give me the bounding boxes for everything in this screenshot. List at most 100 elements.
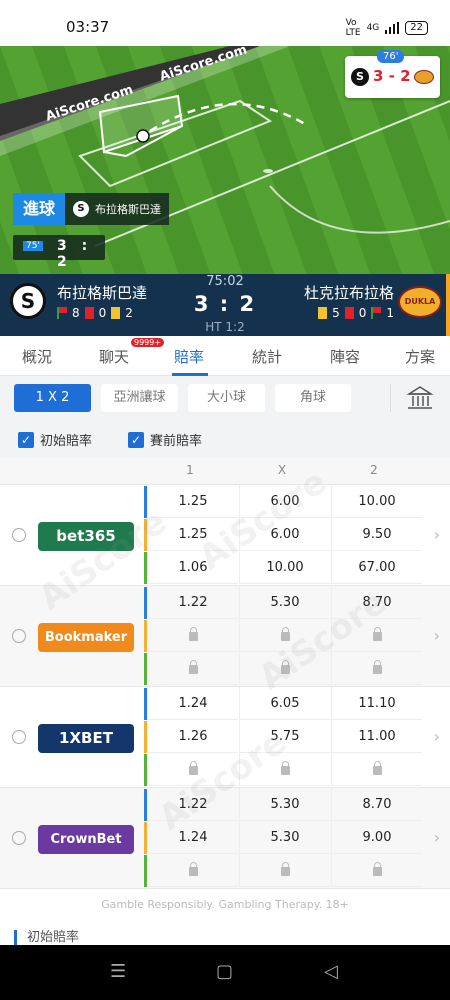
- network-label: 4G: [366, 23, 380, 33]
- lock-icon: [372, 660, 382, 674]
- select-radio[interactable]: [12, 528, 26, 542]
- initial-odds-label: 初始賠率: [40, 434, 93, 449]
- locked-odds-cell[interactable]: [239, 652, 330, 685]
- odds-cell[interactable]: 6.00: [239, 518, 330, 551]
- live-field-animation[interactable]: AiScore.com AiScore.com 76' S 3 - 2 進球 S…: [0, 46, 450, 274]
- goal-label: 進球: [13, 193, 65, 225]
- select-radio[interactable]: [12, 629, 26, 643]
- chevron-right-icon[interactable]: ›: [434, 626, 440, 645]
- odds-cell[interactable]: 10.00: [239, 551, 330, 584]
- tab-odds[interactable]: 賠率: [174, 346, 204, 367]
- odds-cell[interactable]: 6.05: [239, 687, 330, 720]
- lock-icon: [188, 761, 198, 775]
- select-radio[interactable]: [12, 730, 26, 744]
- odds-cell[interactable]: 11.10: [331, 687, 422, 720]
- locked-odds-cell[interactable]: [331, 753, 422, 786]
- odds-cell[interactable]: 11.00: [331, 720, 422, 753]
- live-score-card[interactable]: 76' S 3 - 2: [345, 50, 440, 98]
- away-corners: 1: [386, 306, 394, 320]
- odds-cell[interactable]: 6.00: [239, 485, 330, 518]
- away-team-logo[interactable]: DUKLA: [398, 286, 442, 318]
- locked-odds-cell[interactable]: [239, 753, 330, 786]
- system-nav-bar: ☰ ▢ ◁: [0, 945, 450, 1000]
- odds-table-header: 1 X 2: [0, 458, 450, 485]
- odds-cell[interactable]: 5.30: [239, 788, 330, 821]
- minute-badge: 75': [23, 241, 43, 251]
- bookmaker-select-icon[interactable]: [406, 384, 434, 412]
- chevron-right-icon[interactable]: ›: [434, 828, 440, 847]
- away-team-name[interactable]: 杜克拉布拉格: [304, 282, 394, 303]
- odds-cell[interactable]: 5.75: [239, 720, 330, 753]
- odds-cell[interactable]: 67.00: [331, 551, 422, 584]
- status-bar: 03:37 Vo LTE 4G 22: [0, 0, 450, 46]
- back-icon[interactable]: ◁: [324, 961, 338, 982]
- chevron-right-icon[interactable]: ›: [434, 525, 440, 544]
- locked-odds-cell[interactable]: [239, 854, 330, 887]
- odds-cell[interactable]: 1.24: [147, 687, 238, 720]
- bookmaker-row[interactable]: bet365 1.25 6.00 10.00 1.25 6.00 9.50 1.06 10.00…: [0, 485, 450, 586]
- locked-odds-cell[interactable]: [147, 619, 238, 652]
- locked-odds-cell[interactable]: [331, 652, 422, 685]
- tab-overview[interactable]: 概況: [22, 346, 52, 367]
- menu-icon[interactable]: ☰: [110, 961, 126, 982]
- select-radio[interactable]: [12, 831, 26, 845]
- prematch-odds-checkbox[interactable]: ✓ 賽前賠率: [128, 430, 202, 449]
- initial-odds-checkbox[interactable]: ✓ 初始賠率: [18, 430, 92, 449]
- odds-cell[interactable]: 1.26: [147, 720, 238, 753]
- away-red: 0: [358, 306, 367, 320]
- home-icon[interactable]: ▢: [216, 961, 233, 982]
- team-logo-icon: S: [73, 201, 89, 217]
- locked-odds-cell[interactable]: [331, 619, 422, 652]
- odds-cell[interactable]: 1.25: [147, 518, 238, 551]
- odds-cell[interactable]: 8.70: [331, 586, 422, 619]
- live-score: 3 - 2: [373, 67, 411, 85]
- battery-icon: 22: [405, 21, 428, 35]
- locked-odds-cell[interactable]: [147, 753, 238, 786]
- odds-cell[interactable]: 9.50: [331, 518, 422, 551]
- locked-odds-cell[interactable]: [331, 854, 422, 887]
- bookmaker-logo[interactable]: 1XBET: [38, 724, 134, 753]
- corner-flag-icon: [371, 307, 382, 319]
- odds-cell[interactable]: 1.25: [147, 485, 238, 518]
- odds-cell[interactable]: 1.22: [147, 788, 238, 821]
- red-card-icon: [344, 307, 354, 319]
- odds-cell[interactable]: 5.30: [239, 821, 330, 854]
- chevron-right-icon[interactable]: ›: [434, 727, 440, 746]
- home-team-mini-logo: S: [351, 68, 369, 86]
- bookmaker-logo[interactable]: bet365: [38, 522, 134, 551]
- locked-odds-cell[interactable]: [147, 854, 238, 887]
- odds-cell[interactable]: 1.06: [147, 551, 238, 584]
- col-draw: X: [277, 463, 287, 477]
- prematch-odds-label: 賽前賠率: [150, 434, 203, 449]
- locked-odds-cell[interactable]: [147, 652, 238, 685]
- yellow-card-icon: [318, 307, 328, 319]
- odds-cell[interactable]: 1.24: [147, 821, 238, 854]
- bookmaker-row[interactable]: CrownBet 1.22 5.30 8.70 1.24 5.30 9.00 ›: [0, 788, 450, 889]
- filter-asian-handicap[interactable]: 亞洲讓球: [101, 384, 178, 412]
- filter-corners[interactable]: 角球: [275, 384, 351, 412]
- odds-cell[interactable]: 1.22: [147, 586, 238, 619]
- tab-lineup[interactable]: 陣容: [330, 346, 360, 367]
- bookmaker-row[interactable]: Bookmaker 1.22 5.30 8.70 ›: [0, 586, 450, 687]
- volte-icon: Vo LTE: [345, 18, 361, 38]
- filter-1x2[interactable]: 1 X 2: [14, 384, 91, 412]
- status-icons: Vo LTE 4G 22: [346, 18, 428, 38]
- responsible-gambling-note: Gamble Responsibly. Gambling Therapy. 18…: [101, 898, 349, 911]
- edge-accent: [446, 274, 450, 336]
- tab-chat[interactable]: 聊天: [99, 346, 129, 367]
- odds-cell[interactable]: 5.30: [239, 586, 330, 619]
- filter-over-under[interactable]: 大小球: [188, 384, 265, 412]
- minute-score: 3 : 2: [57, 238, 93, 270]
- signal-icon: [385, 22, 400, 34]
- odds-cell[interactable]: 9.00: [331, 821, 422, 854]
- tab-plans[interactable]: 方案: [405, 346, 435, 367]
- bookmaker-row[interactable]: 1XBET 1.24 6.05 11.10 1.26 5.75 11.00 ›: [0, 687, 450, 788]
- odds-cell[interactable]: 10.00: [331, 485, 422, 518]
- locked-odds-cell[interactable]: [239, 619, 330, 652]
- away-stats: 5 0 1: [318, 306, 394, 320]
- bookmaker-logo[interactable]: Bookmaker: [38, 623, 134, 652]
- tab-stats[interactable]: 統計: [252, 346, 282, 367]
- col-away: 2: [370, 463, 378, 477]
- bookmaker-logo[interactable]: CrownBet: [38, 825, 134, 854]
- odds-cell[interactable]: 8.70: [331, 788, 422, 821]
